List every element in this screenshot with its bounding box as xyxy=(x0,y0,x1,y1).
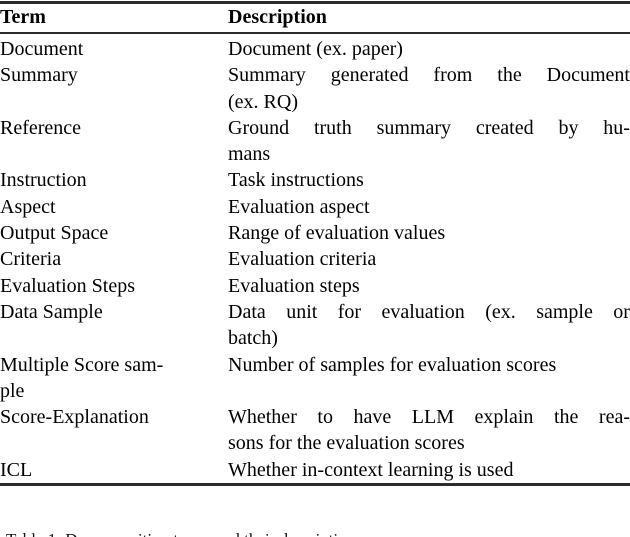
row-description: Evaluation criteria xyxy=(228,246,630,272)
table-row: Data Sample Data unit for evaluation (ex. sam… xyxy=(0,299,630,352)
description-line: Evaluation criteria xyxy=(228,248,377,271)
table-row: Multiple Score sam- ple Number of sample… xyxy=(0,352,630,405)
table-row: Criteria Evaluation criteria xyxy=(0,246,630,272)
table-row: Output Space Range of evaluation values xyxy=(0,220,630,246)
description-line: Summary generated from the Document xyxy=(228,64,630,87)
description-line: Range of evaluation values xyxy=(228,222,446,245)
row-term: Data Sample xyxy=(0,299,228,352)
description-line: Evaluation steps xyxy=(228,274,360,297)
table-row: ICL Whether in-context learning is used xyxy=(0,457,630,483)
term-line: Output Space xyxy=(0,222,109,245)
term-line: Data Sample xyxy=(0,300,103,323)
term-line: Reference xyxy=(0,116,82,139)
table-row: Evaluation Steps Evaluation steps xyxy=(0,273,630,299)
row-term: Reference xyxy=(0,115,228,168)
description-line: Ground truth summary created by hu- xyxy=(228,116,630,139)
row-description: Summary generated from the Document (ex. RQ) xyxy=(228,62,630,115)
description-line: sons for the evaluation scores xyxy=(228,432,465,455)
row-description: Task instructions xyxy=(228,167,630,193)
table-row: Aspect Evaluation aspect xyxy=(0,194,630,220)
description-line: Data unit for evaluation (ex. sample or xyxy=(228,300,630,323)
table-bottom-rule xyxy=(0,483,630,487)
term-line: Criteria xyxy=(0,248,62,271)
row-description: Whether to have LLM explain the rea- sons for … xyxy=(228,404,630,457)
table-header: Term Description xyxy=(0,4,630,32)
table-row: Document Document (ex. paper) xyxy=(0,34,630,62)
description-line: Document (ex. paper) xyxy=(228,38,403,60)
table-header-row: Term Description xyxy=(0,4,630,32)
terminology-table: Term Description xyxy=(0,4,630,32)
row-term: ICL xyxy=(0,457,228,483)
description-line: mans xyxy=(228,143,271,166)
column-header-description: Description xyxy=(228,6,327,28)
row-term: Output Space xyxy=(0,220,228,246)
description-line: Whether in-context learning is used xyxy=(228,458,514,481)
term-line: Score-Explanation xyxy=(0,406,149,429)
table-body: Document Document (ex. paper) Summary Su… xyxy=(0,34,630,483)
row-description: Evaluation steps xyxy=(228,273,630,299)
description-line: Number of samples for evaluation scores xyxy=(228,353,557,376)
table-row: Reference Ground truth summary created by hu-… xyxy=(0,115,630,168)
row-description: Number of samples for evaluation scores xyxy=(228,352,630,405)
row-term: Score-Explanation xyxy=(0,404,228,457)
row-description: Document (ex. paper) xyxy=(228,34,630,62)
table-row: Instruction Task instructions xyxy=(0,167,630,193)
description-line: (ex. RQ) xyxy=(228,90,298,113)
term-line: Instruction xyxy=(0,169,87,192)
description-line: Whether to have LLM explain the rea- xyxy=(228,406,630,429)
term-line: ICL xyxy=(0,458,33,481)
term-line: Evaluation Steps xyxy=(0,274,135,297)
paper-figure-page: Term Description Document Document (ex. … xyxy=(0,1,630,537)
column-header-term: Term xyxy=(0,6,46,28)
term-line: ple xyxy=(0,379,25,402)
description-line: Evaluation aspect xyxy=(228,195,370,218)
row-term: Multiple Score sam- ple xyxy=(0,352,228,405)
table-row: Summary Summary generated from the Document … xyxy=(0,62,630,115)
terminology-table-body: Document Document (ex. paper) Summary Su… xyxy=(0,34,630,483)
table-row: Score-Explanation Whether to have LLM explai… xyxy=(0,404,630,457)
row-description: Data unit for evaluation (ex. sample or batch) xyxy=(228,299,630,352)
row-term: Criteria xyxy=(0,246,228,272)
row-term: Evaluation Steps xyxy=(0,273,228,299)
term-line: Document xyxy=(0,38,84,60)
row-description: Ground truth summary created by hu- mans xyxy=(228,115,630,168)
term-line: Multiple Score sam- xyxy=(0,353,164,376)
row-term: Aspect xyxy=(0,194,228,220)
row-term: Document xyxy=(0,34,228,62)
row-description: Range of evaluation values xyxy=(228,220,630,246)
term-line: Aspect xyxy=(0,195,56,218)
description-line: batch) xyxy=(228,327,278,350)
term-line: Summary xyxy=(0,64,78,87)
description-line: Task instructions xyxy=(228,169,364,192)
row-term: Summary xyxy=(0,62,228,115)
row-description: Whether in-context learning is used xyxy=(228,457,630,483)
row-description: Evaluation aspect xyxy=(228,194,630,220)
row-term: Instruction xyxy=(0,167,228,193)
